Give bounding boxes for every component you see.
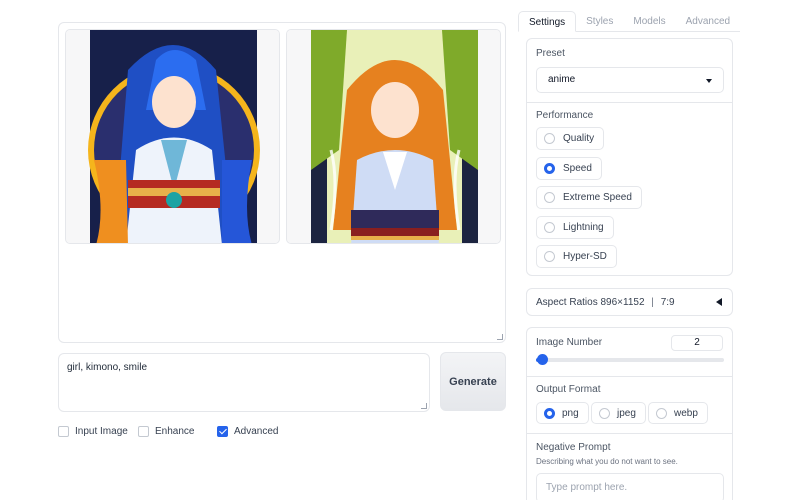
input-image-checkbox[interactable]: Input Image (58, 424, 128, 438)
negative-prompt-label: Negative Prompt (536, 442, 611, 453)
radio-icon (599, 407, 610, 419)
generate-button[interactable]: Generate (440, 352, 506, 411)
output-format-png[interactable]: png (536, 402, 589, 424)
output-format-webp[interactable]: webp (648, 402, 708, 424)
gallery-image-2[interactable] (286, 29, 501, 244)
performance-option-label: Quality (563, 133, 595, 144)
gallery-image-1[interactable] (65, 29, 280, 244)
prompt-resize-handle[interactable] (421, 403, 427, 409)
performance-option-label: Speed (563, 163, 592, 174)
checkbox-icon (138, 425, 149, 437)
performance-option-extreme-speed[interactable]: Extreme Speed (536, 186, 642, 209)
performance-label: Performance (536, 110, 594, 121)
radio-icon (656, 407, 667, 419)
prompt-input[interactable]: girl, kimono, smile (67, 362, 421, 403)
performance-option-label: Extreme Speed (563, 192, 632, 203)
performance-option-speed[interactable]: Speed (536, 157, 602, 180)
aspect-ratio-separator: | (651, 297, 654, 308)
performance-option-quality[interactable]: Quality (536, 127, 605, 150)
tab-advanced[interactable]: Advanced (676, 11, 740, 32)
advanced-checkbox[interactable]: Advanced (217, 424, 278, 438)
gallery-resize-handle[interactable] (497, 334, 503, 340)
input-image-label: Input Image (75, 425, 128, 437)
radio-selected-icon (544, 163, 555, 174)
aspect-ratio-accordion[interactable]: Aspect Ratios 896×1152 | 7:9 (526, 288, 733, 316)
enhance-label: Enhance (155, 425, 195, 437)
radio-icon (544, 222, 555, 233)
checkbox-icon (58, 425, 69, 437)
enhance-checkbox[interactable]: Enhance (138, 424, 194, 438)
aspect-ratio-value: 7:9 (660, 297, 675, 308)
section-divider (527, 102, 732, 103)
performance-option-label: Lightning (563, 222, 604, 233)
tab-models[interactable]: Models (623, 11, 675, 32)
output-format-jpeg[interactable]: jpeg (591, 402, 646, 424)
aspect-ratio-label: Aspect Ratios 896×1152 (536, 297, 645, 308)
preset-label: Preset (536, 48, 565, 59)
preset-dropdown[interactable]: anime (536, 67, 724, 93)
radio-icon (544, 251, 555, 262)
preset-performance-panel: Preset anime Performance Quality Speed E… (526, 38, 733, 276)
output-format-option-label: jpeg (617, 407, 636, 419)
chevron-down-icon (706, 79, 712, 83)
image-number-input[interactable]: 2 (671, 335, 723, 351)
prompt-box: girl, kimono, smile (58, 353, 430, 412)
slider-handle[interactable] (536, 354, 548, 365)
output-format-label: Output Format (536, 384, 601, 395)
negative-prompt-hint: Describing what you do not want to see. (536, 457, 678, 466)
radio-selected-icon (544, 407, 555, 419)
performance-option-lightning[interactable]: Lightning (536, 216, 614, 239)
radio-icon (544, 133, 555, 144)
image-gallery (58, 22, 506, 343)
output-format-option-label: webp (674, 407, 698, 419)
settings-tabs: Settings Styles Models Advanced (518, 11, 740, 32)
tab-settings[interactable]: Settings (518, 11, 577, 32)
section-divider (527, 376, 732, 377)
radio-icon (544, 192, 555, 203)
image-number-slider[interactable] (536, 354, 724, 365)
output-format-option-label: png (562, 407, 579, 419)
preset-value: anime (548, 74, 576, 85)
caret-left-icon (716, 298, 722, 306)
image-number-label: Image Number (536, 337, 603, 348)
generation-options-panel: Image Number 2 Output Format png jpeg we… (526, 327, 733, 500)
performance-option-hyper-sd[interactable]: Hyper-SD (536, 245, 617, 268)
aspect-ratio-header: Aspect Ratios 896×1152 | 7:9 (536, 297, 675, 308)
advanced-label: Advanced (234, 425, 279, 437)
section-divider (527, 433, 732, 434)
negative-prompt-input[interactable]: Type prompt here. (536, 473, 724, 500)
performance-option-label: Hyper-SD (563, 251, 607, 262)
tab-styles[interactable]: Styles (576, 11, 623, 32)
checkbox-checked-icon (217, 425, 228, 437)
